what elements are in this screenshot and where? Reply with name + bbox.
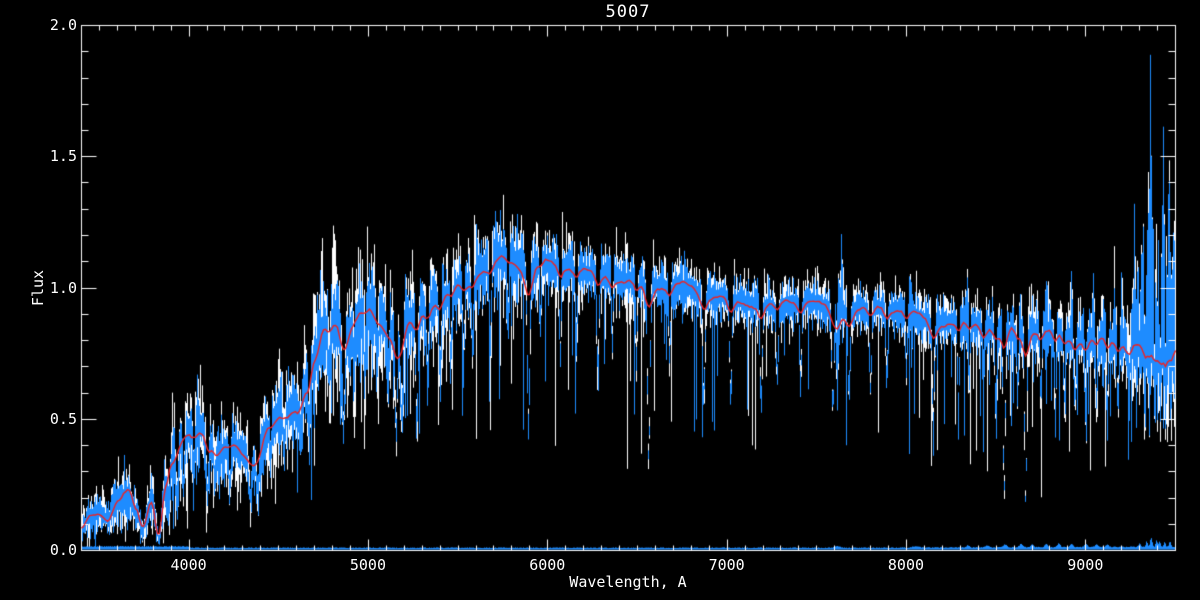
y-tick-label: 1.0 bbox=[49, 278, 77, 297]
spectrum-canvas bbox=[0, 0, 1200, 600]
x-tick-label: 7000 bbox=[708, 556, 745, 574]
y-tick-label: 2.0 bbox=[49, 16, 77, 34]
x-tick-label: 5000 bbox=[349, 556, 386, 574]
x-axis-label: Wavelength, A bbox=[569, 573, 687, 591]
x-tick-label: 8000 bbox=[887, 556, 925, 574]
y-tick-label: 1.5 bbox=[49, 147, 77, 166]
spectrum-plot: 5007 Wavelength, A Flux 4000 5000 6000 7000… bbox=[0, 0, 1200, 600]
y-tick-label: 0.5 bbox=[49, 409, 77, 428]
plot-title: 5007 bbox=[605, 2, 651, 22]
x-tick-label: 9000 bbox=[1067, 556, 1104, 574]
y-tick-label: 0.0 bbox=[49, 541, 77, 559]
x-tick-label: 6000 bbox=[529, 556, 566, 574]
x-tick-label: 4000 bbox=[170, 556, 207, 574]
